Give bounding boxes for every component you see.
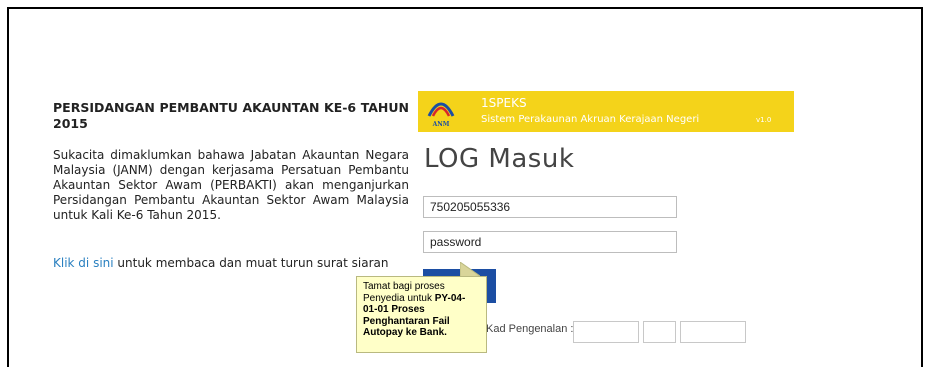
click-here-link[interactable]: Klik di sini [53,256,114,270]
announcement-link-line: Klik di sini untuk membaca dan muat turu… [53,256,389,270]
password-input[interactable]: password [423,231,677,253]
ic-field-1[interactable] [573,321,639,343]
announcement-title: PERSIDANGAN PEMBANTU AKAUNTAN KE-6 TAHUN… [53,100,409,131]
tooltip-line-1: Tamat bagi proses [363,281,445,292]
login-heading: LOG Masuk [424,144,575,174]
tooltip-line-5: Autopay ke Bank. [363,327,447,338]
tooltip-line-2: Penyedia untuk PY-04- [363,292,466,304]
tooltip-note: Tamat bagi proses Penyedia untuk PY-04- … [356,276,487,353]
ic-field-3[interactable] [680,321,746,343]
app-title: 1SPEKS [481,96,527,110]
logo-text: ANM [432,121,450,128]
id-number-input[interactable]: 750205055336 [423,196,677,218]
ic-field-2[interactable] [643,321,676,343]
anm-logo-icon: ANM [427,102,455,128]
app-subtitle: Sistem Perakaunan Akruan Kerajaan Negeri [481,114,700,125]
tooltip-line-4: Penghantaran Fail [363,315,450,327]
link-suffix-text: untuk membaca dan muat turun surat siara… [113,256,389,270]
tooltip-line-3: 01-01 Proses [363,304,425,315]
app-banner: ANM 1SPEKS Sistem Perakaunan Akruan Kera… [418,91,794,132]
announcement: PERSIDANGAN PEMBANTU AKAUNTAN KE-6 TAHUN… [53,100,409,223]
announcement-body: Sukacita dimaklumkan bahawa Jabatan Akau… [53,148,409,222]
ic-label: Kad Pengenalan : [486,323,574,335]
app-version: v1.0 [756,116,772,124]
